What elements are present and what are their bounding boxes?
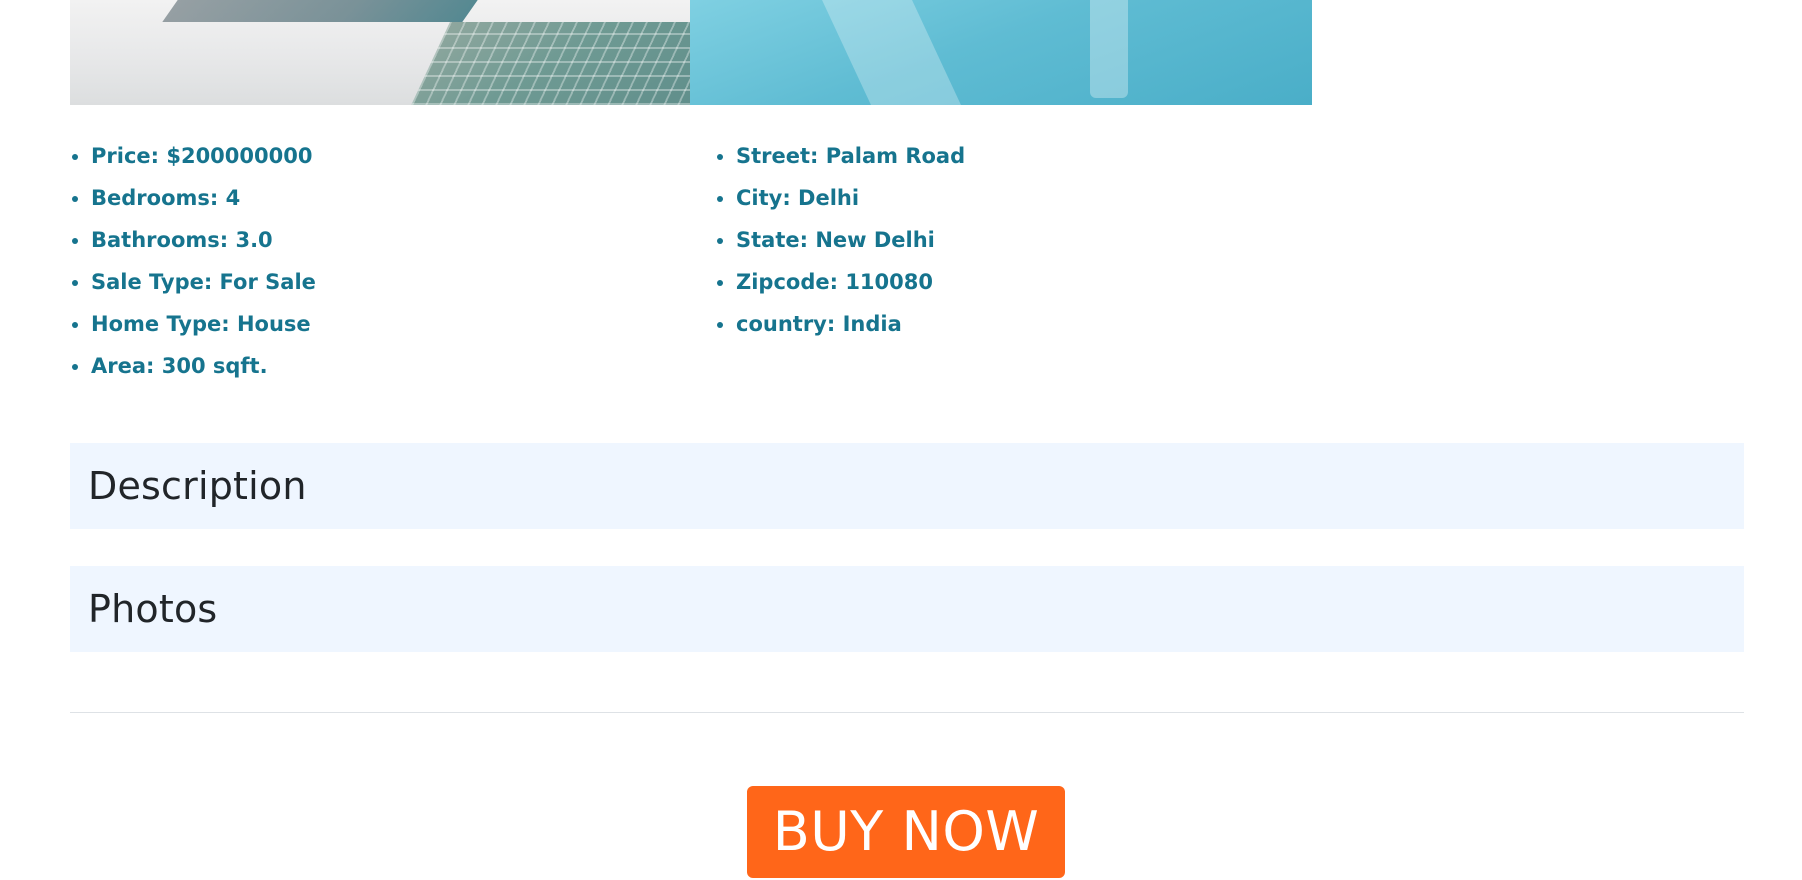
detail-area: Area: 300 sqft. [91, 345, 316, 387]
buy-now-button[interactable]: BUY NOW [747, 786, 1065, 878]
detail-zipcode: Zipcode: 110080 [736, 261, 965, 303]
pool-edge-shadow [162, 0, 478, 22]
detail-city: City: Delhi [736, 177, 965, 219]
pool-water [690, 0, 1312, 105]
description-section-header[interactable]: Description [70, 443, 1744, 529]
detail-bathrooms: Bathrooms: 3.0 [91, 219, 316, 261]
detail-home-type: Home Type: House [91, 303, 316, 345]
property-details-list: Price: $200000000 Bedrooms: 4 Bathrooms:… [70, 135, 316, 387]
detail-bedrooms: Bedrooms: 4 [91, 177, 316, 219]
detail-price: Price: $200000000 [91, 135, 316, 177]
detail-sale-type: Sale Type: For Sale [91, 261, 316, 303]
address-details-list: Street: Palam Road City: Delhi State: Ne… [715, 135, 965, 345]
water-reflection [1090, 0, 1128, 98]
photos-heading: Photos [88, 587, 218, 631]
description-heading: Description [88, 464, 307, 508]
photos-section-header[interactable]: Photos [70, 566, 1744, 652]
property-page: Price: $200000000 Bedrooms: 4 Bathrooms:… [0, 0, 1802, 880]
detail-country: country: India [736, 303, 965, 345]
detail-street: Street: Palam Road [736, 135, 965, 177]
divider [70, 712, 1744, 713]
detail-state: State: New Delhi [736, 219, 965, 261]
property-hero-image [70, 0, 1312, 105]
